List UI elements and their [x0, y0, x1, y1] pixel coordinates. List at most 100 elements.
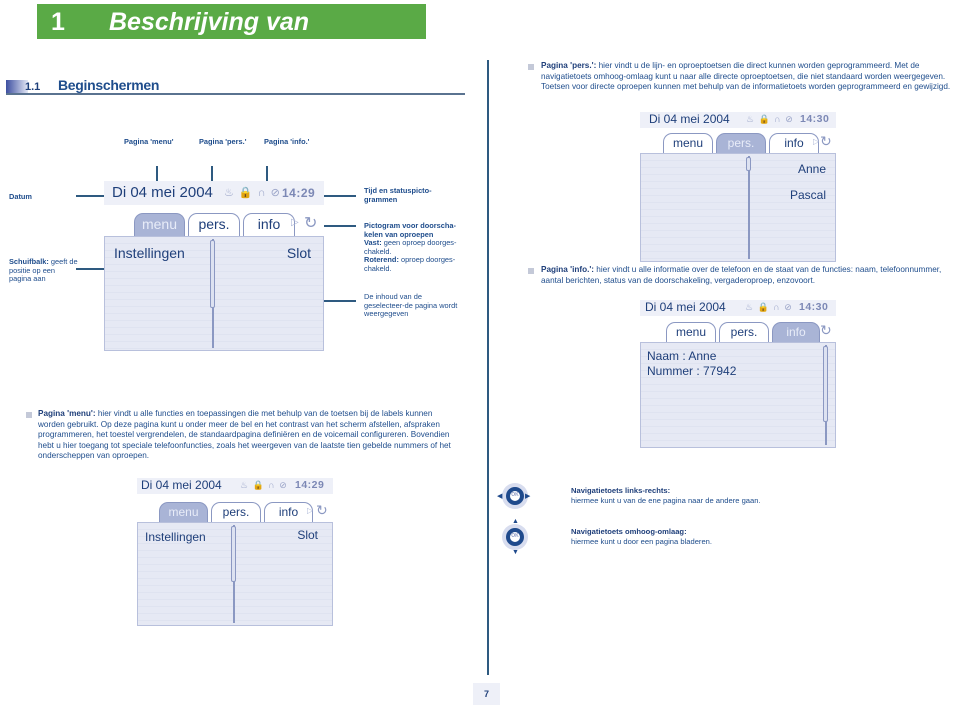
screen-time: 14:29 [282, 186, 316, 200]
screen-date: Di 04 mei 2004 [645, 300, 726, 314]
paragraph-pers: Pagina 'pers.': hier vindt u de lijn- en… [541, 61, 953, 93]
tab-menu[interactable]: menu [159, 502, 208, 522]
phone-screen-menu: Di 04 mei 2004 ♨ 🔒 ∩ ⊘ 14:29 menu pers. … [137, 478, 333, 626]
page-number: 7 [473, 683, 500, 705]
forward-title: Pictogram voor doorscha-kelen van oproep… [364, 221, 456, 239]
leader-forward [323, 225, 356, 227]
nav-key-text: hiermee kunt u door een pagina bladeren. [571, 536, 713, 546]
screen-date: Di 04 mei 2004 [649, 112, 730, 126]
call-forward-icon: ↻ [820, 322, 832, 338]
call-forward-icon: ↻ [304, 215, 318, 232]
nav-key-title: Navigatietoets omhoog-omlaag: [571, 527, 687, 536]
scrollbar-thumb[interactable] [210, 240, 215, 308]
tab-menu[interactable]: menu [663, 133, 713, 153]
tab-menu[interactable]: menu [666, 322, 716, 342]
screen-body: Naam : Anne Nummer : 77942 [640, 342, 836, 448]
status-icons: ♨ 🔒 ∩ ⊘ [746, 114, 794, 124]
tab-next-arrow-icon: ▷ [813, 137, 820, 146]
contact-pascal[interactable]: Pascal [790, 188, 826, 202]
arrow-down-icon: ▼ [512, 549, 519, 556]
chapter-title: Beschrijving van schermen [109, 8, 310, 65]
tab-pers[interactable]: pers. [719, 322, 769, 342]
section-title: Beginschermen [58, 77, 160, 93]
phone-screen-pers: Di 04 mei 2004 ♨ 🔒 ∩ ⊘ 14:30 menu pers. … [640, 112, 836, 262]
info-number: Nummer : 77942 [647, 364, 737, 378]
screen-body: Instellingen Slot [104, 236, 324, 351]
nav-key-desc-up-down: Navigatietoets omhoog-omlaag: hiermee ku… [571, 527, 801, 546]
tab-info[interactable]: info [769, 133, 819, 153]
status-icons: ♨ 🔒 ∩ ⊘ [745, 302, 793, 312]
bullet [26, 412, 32, 418]
leader-date [76, 195, 106, 197]
scrollbar-thumb[interactable] [823, 346, 828, 422]
paragraph-info-text: hier vindt u alle informatie over de tel… [541, 265, 942, 285]
screen-body: Instellingen Slot [137, 522, 333, 626]
tab-pers[interactable]: pers. [716, 133, 766, 153]
status-icons: ♨ 🔒 ∩ ⊘ [240, 480, 288, 490]
screen-header: Di 04 mei 2004 ♨ 🔒 ∩ ⊘ 14:30 [640, 300, 836, 316]
ok-key-label: OK [511, 533, 519, 539]
column-separator [748, 156, 750, 259]
menu-item-slot[interactable]: Slot [297, 528, 318, 542]
tab-info[interactable]: info [264, 502, 313, 522]
nav-key-desc-left-right: Navigatietoets links-rechts: hiermee kun… [571, 486, 801, 505]
tab-info[interactable]: info [243, 213, 295, 236]
menu-item-instellingen[interactable]: Instellingen [145, 530, 206, 544]
screen-time: 14:30 [800, 113, 830, 125]
scrollbar-thumb[interactable] [231, 526, 236, 582]
section-underline [6, 93, 465, 95]
chapter-header: 1 Beschrijving van schermen [37, 4, 426, 65]
status-icons: ♨ 🔒 ∩ ⊘ [224, 187, 281, 199]
bullet [528, 268, 534, 274]
phone-screen-info: Di 04 mei 2004 ♨ 🔒 ∩ ⊘ 14:30 menu pers. … [640, 300, 836, 448]
screen-time: 14:29 [295, 479, 325, 491]
label-scrollbar: Schuifbalk: geeft de positie op een pagi… [9, 257, 79, 284]
paragraph-menu: Pagina 'menu': hier vindt u alle functie… [38, 409, 458, 462]
paragraph-info-label: Pagina 'info.': [541, 265, 595, 274]
info-name: Naam : Anne [647, 349, 717, 363]
paragraph-pers-text: hier vindt u de lijn- en oproeptoetsen d… [541, 61, 951, 92]
arrow-right-icon: ▶ [525, 493, 531, 500]
label-page-info: Pagina 'info.' [264, 137, 310, 146]
paragraph-menu-label: Pagina 'menu': [38, 409, 96, 418]
nav-key-text: hiermee kunt u van de ene pagina naar de… [571, 495, 761, 505]
screen-header: Di 04 mei 2004 ♨ 🔒 ∩ ⊘ 14:30 [640, 112, 836, 128]
screen-date: Di 04 mei 2004 [112, 184, 213, 201]
tab-pers[interactable]: pers. [211, 502, 261, 522]
tab-menu[interactable]: menu [134, 213, 185, 236]
paragraph-info: Pagina 'info.': hier vindt u alle inform… [541, 265, 959, 286]
screen-body: Anne Pascal [640, 153, 836, 262]
menu-item-slot[interactable]: Slot [287, 245, 311, 261]
label-page-menu: Pagina 'menu' [124, 137, 174, 146]
bullet [528, 64, 534, 70]
nav-key-title: Navigatietoets links-rechts: [571, 486, 671, 495]
phone-screen-main: Di 04 mei 2004 ♨ 🔒 ∩ ⊘ 14:29 menu pers. … [104, 181, 324, 351]
label-forward: Pictogram voor doorscha-kelen van oproep… [364, 221, 464, 274]
nav-up-down-icon: OK [502, 524, 528, 550]
leader-time [323, 195, 356, 197]
section-number: 1.1 [25, 81, 41, 93]
paragraph-menu-text: hier vindt u alle functies en toepassing… [38, 409, 451, 461]
label-page-pers: Pagina 'pers.' [199, 137, 247, 146]
tab-next-arrow-icon: ▷ [291, 217, 299, 228]
arrow-up-icon: ▲ [512, 518, 519, 525]
tab-next-arrow-icon: ▷ [812, 326, 819, 335]
tab-pers[interactable]: pers. [188, 213, 240, 236]
scrollbar-thumb[interactable] [746, 157, 751, 171]
chapter-number: 1 [51, 8, 65, 36]
screen-date: Di 04 mei 2004 [141, 478, 222, 492]
label-time-status: Tijd en statuspicto-grammen [364, 186, 432, 204]
column-divider [487, 60, 489, 675]
contact-anne[interactable]: Anne [798, 162, 826, 176]
screen-header: Di 04 mei 2004 ♨ 🔒 ∩ ⊘ 14:29 [137, 478, 333, 494]
paragraph-pers-label: Pagina 'pers.': [541, 61, 597, 70]
label-date: Datum [9, 192, 32, 201]
menu-item-instellingen[interactable]: Instellingen [114, 245, 185, 261]
screen-time: 14:30 [799, 301, 829, 313]
call-forward-icon: ↻ [316, 502, 328, 518]
arrow-left-icon: ◀ [497, 493, 503, 500]
label-content: De inhoud van de geselecteer-de pagina w… [364, 292, 458, 319]
screen-header: Di 04 mei 2004 ♨ 🔒 ∩ ⊘ 14:29 [104, 181, 324, 205]
call-forward-icon: ↻ [820, 133, 832, 149]
tab-next-arrow-icon: ▷ [307, 506, 314, 515]
